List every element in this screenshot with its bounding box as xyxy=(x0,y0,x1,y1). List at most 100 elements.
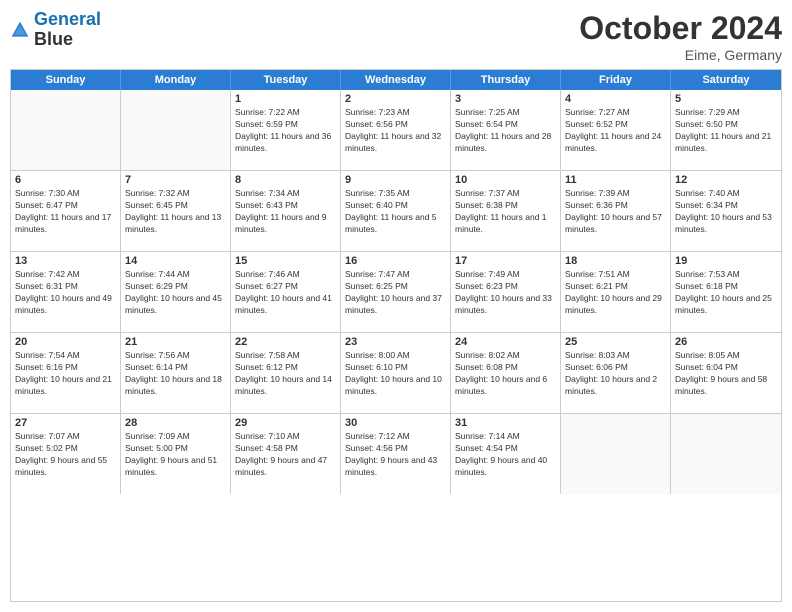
day-number: 26 xyxy=(675,336,777,348)
day-number: 6 xyxy=(15,174,116,186)
calendar-header: SundayMondayTuesdayWednesdayThursdayFrid… xyxy=(11,70,781,90)
cal-cell-2-2: 15 Sunrise: 7:46 AM Sunset: 6:27 PM Dayli… xyxy=(231,252,341,332)
day-number: 25 xyxy=(565,336,666,348)
cal-cell-2-4: 17 Sunrise: 7:49 AM Sunset: 6:23 PM Dayli… xyxy=(451,252,561,332)
week-row-4: 27Sunrise: 7:07 AM Sunset: 5:02 PM Dayli… xyxy=(11,414,781,494)
day-number: 30 xyxy=(345,417,446,429)
day-number: 28 xyxy=(125,417,226,429)
day-info: Sunrise: 7:30 AM Sunset: 6:47 PM Dayligh… xyxy=(15,188,116,236)
day-info: Sunrise: 7:58 AM Sunset: 6:12 PM Dayligh… xyxy=(235,350,336,398)
day-info: Sunrise: 7:56 AM Sunset: 6:14 PM Dayligh… xyxy=(125,350,226,398)
day-number: 31 xyxy=(455,417,556,429)
cal-cell-0-1 xyxy=(121,90,231,170)
logo-line1: General xyxy=(34,9,101,29)
header-day-tuesday: Tuesday xyxy=(231,70,341,90)
day-info: Sunrise: 7:47 AM Sunset: 6:25 PM Dayligh… xyxy=(345,269,446,317)
day-number: 3 xyxy=(455,93,556,105)
header-day-monday: Monday xyxy=(121,70,231,90)
day-number: 14 xyxy=(125,255,226,267)
day-info: Sunrise: 7:42 AM Sunset: 6:31 PM Dayligh… xyxy=(15,269,116,317)
day-number: 20 xyxy=(15,336,116,348)
day-number: 7 xyxy=(125,174,226,186)
day-info: Sunrise: 7:34 AM Sunset: 6:43 PM Dayligh… xyxy=(235,188,336,236)
cal-cell-0-2: 1 Sunrise: 7:22 AM Sunset: 6:59 PM Daylig… xyxy=(231,90,341,170)
day-number: 15 xyxy=(235,255,336,267)
day-info: Sunrise: 7:40 AM Sunset: 6:34 PM Dayligh… xyxy=(675,188,777,236)
day-number: 16 xyxy=(345,255,446,267)
day-info: Sunrise: 7:46 AM Sunset: 6:27 PM Dayligh… xyxy=(235,269,336,317)
cal-cell-1-0: 6 Sunrise: 7:30 AM Sunset: 6:47 PM Daylig… xyxy=(11,171,121,251)
cal-cell-1-3: 9 Sunrise: 7:35 AM Sunset: 6:40 PM Daylig… xyxy=(341,171,451,251)
day-number: 1 xyxy=(235,93,336,105)
header-day-wednesday: Wednesday xyxy=(341,70,451,90)
day-number: 18 xyxy=(565,255,666,267)
day-number: 21 xyxy=(125,336,226,348)
header-day-sunday: Sunday xyxy=(11,70,121,90)
day-info: Sunrise: 7:14 AM Sunset: 4:54 PM Dayligh… xyxy=(455,431,556,479)
cal-cell-2-5: 18 Sunrise: 7:51 AM Sunset: 6:21 PM Dayli… xyxy=(561,252,671,332)
header-day-friday: Friday xyxy=(561,70,671,90)
logo-text: General Blue xyxy=(34,10,101,50)
cal-cell-2-0: 13Sunrise: 7:42 AM Sunset: 6:31 PM Dayli… xyxy=(11,252,121,332)
cal-cell-0-4: 3Sunrise: 7:25 AM Sunset: 6:54 PM Daylig… xyxy=(451,90,561,170)
cal-cell-3-5: 25 Sunrise: 8:03 AM Sunset: 6:06 PM Dayli… xyxy=(561,333,671,413)
day-info: Sunrise: 7:51 AM Sunset: 6:21 PM Dayligh… xyxy=(565,269,666,317)
day-info: Sunrise: 7:35 AM Sunset: 6:40 PM Dayligh… xyxy=(345,188,446,236)
day-info: Sunrise: 7:53 AM Sunset: 6:18 PM Dayligh… xyxy=(675,269,777,317)
day-info: Sunrise: 7:49 AM Sunset: 6:23 PM Dayligh… xyxy=(455,269,556,317)
day-number: 22 xyxy=(235,336,336,348)
cal-cell-1-1: 7Sunrise: 7:32 AM Sunset: 6:45 PM Daylig… xyxy=(121,171,231,251)
day-info: Sunrise: 7:09 AM Sunset: 5:00 PM Dayligh… xyxy=(125,431,226,479)
cal-cell-2-6: 19 Sunrise: 7:53 AM Sunset: 6:18 PM Dayli… xyxy=(671,252,781,332)
day-number: 12 xyxy=(675,174,777,186)
cal-cell-3-4: 24 Sunrise: 8:02 AM Sunset: 6:08 PM Dayli… xyxy=(451,333,561,413)
day-number: 23 xyxy=(345,336,446,348)
day-info: Sunrise: 7:29 AM Sunset: 6:50 PM Dayligh… xyxy=(675,107,777,155)
cal-cell-1-4: 10Sunrise: 7:37 AM Sunset: 6:38 PM Dayli… xyxy=(451,171,561,251)
cal-cell-0-0 xyxy=(11,90,121,170)
header: General Blue October 2024 Eime, Germany xyxy=(10,10,782,63)
cal-cell-4-5 xyxy=(561,414,671,494)
cal-cell-1-2: 8 Sunrise: 7:34 AM Sunset: 6:43 PM Daylig… xyxy=(231,171,341,251)
day-info: Sunrise: 8:02 AM Sunset: 6:08 PM Dayligh… xyxy=(455,350,556,398)
cal-cell-0-5: 4 Sunrise: 7:27 AM Sunset: 6:52 PM Daylig… xyxy=(561,90,671,170)
day-number: 10 xyxy=(455,174,556,186)
cal-cell-4-3: 30 Sunrise: 7:12 AM Sunset: 4:56 PM Dayli… xyxy=(341,414,451,494)
day-info: Sunrise: 7:44 AM Sunset: 6:29 PM Dayligh… xyxy=(125,269,226,317)
week-row-2: 13Sunrise: 7:42 AM Sunset: 6:31 PM Dayli… xyxy=(11,252,781,333)
day-number: 4 xyxy=(565,93,666,105)
week-row-1: 6 Sunrise: 7:30 AM Sunset: 6:47 PM Daylig… xyxy=(11,171,781,252)
cal-cell-3-2: 22 Sunrise: 7:58 AM Sunset: 6:12 PM Dayli… xyxy=(231,333,341,413)
day-number: 29 xyxy=(235,417,336,429)
day-number: 17 xyxy=(455,255,556,267)
day-info: Sunrise: 8:03 AM Sunset: 6:06 PM Dayligh… xyxy=(565,350,666,398)
day-number: 19 xyxy=(675,255,777,267)
cal-cell-4-4: 31 Sunrise: 7:14 AM Sunset: 4:54 PM Dayli… xyxy=(451,414,561,494)
day-info: Sunrise: 7:12 AM Sunset: 4:56 PM Dayligh… xyxy=(345,431,446,479)
day-info: Sunrise: 7:27 AM Sunset: 6:52 PM Dayligh… xyxy=(565,107,666,155)
subtitle: Eime, Germany xyxy=(579,47,782,63)
logo: General Blue xyxy=(10,10,101,50)
day-info: Sunrise: 7:39 AM Sunset: 6:36 PM Dayligh… xyxy=(565,188,666,236)
day-number: 24 xyxy=(455,336,556,348)
logo-icon xyxy=(10,20,30,40)
day-info: Sunrise: 7:22 AM Sunset: 6:59 PM Dayligh… xyxy=(235,107,336,155)
cal-cell-2-1: 14 Sunrise: 7:44 AM Sunset: 6:29 PM Dayli… xyxy=(121,252,231,332)
day-info: Sunrise: 7:54 AM Sunset: 6:16 PM Dayligh… xyxy=(15,350,116,398)
day-info: Sunrise: 7:23 AM Sunset: 6:56 PM Dayligh… xyxy=(345,107,446,155)
cal-cell-0-3: 2Sunrise: 7:23 AM Sunset: 6:56 PM Daylig… xyxy=(341,90,451,170)
calendar: SundayMondayTuesdayWednesdayThursdayFrid… xyxy=(10,69,782,602)
cal-cell-3-0: 20 Sunrise: 7:54 AM Sunset: 6:16 PM Dayli… xyxy=(11,333,121,413)
cal-cell-4-0: 27Sunrise: 7:07 AM Sunset: 5:02 PM Dayli… xyxy=(11,414,121,494)
day-number: 8 xyxy=(235,174,336,186)
cal-cell-3-6: 26 Sunrise: 8:05 AM Sunset: 6:04 PM Dayli… xyxy=(671,333,781,413)
cal-cell-1-5: 11Sunrise: 7:39 AM Sunset: 6:36 PM Dayli… xyxy=(561,171,671,251)
day-number: 9 xyxy=(345,174,446,186)
cal-cell-1-6: 12 Sunrise: 7:40 AM Sunset: 6:34 PM Dayli… xyxy=(671,171,781,251)
cal-cell-4-2: 29Sunrise: 7:10 AM Sunset: 4:58 PM Dayli… xyxy=(231,414,341,494)
calendar-body: 1 Sunrise: 7:22 AM Sunset: 6:59 PM Daylig… xyxy=(11,90,781,494)
day-number: 27 xyxy=(15,417,116,429)
cal-cell-0-6: 5Sunrise: 7:29 AM Sunset: 6:50 PM Daylig… xyxy=(671,90,781,170)
day-info: Sunrise: 8:05 AM Sunset: 6:04 PM Dayligh… xyxy=(675,350,777,398)
day-info: Sunrise: 8:00 AM Sunset: 6:10 PM Dayligh… xyxy=(345,350,446,398)
